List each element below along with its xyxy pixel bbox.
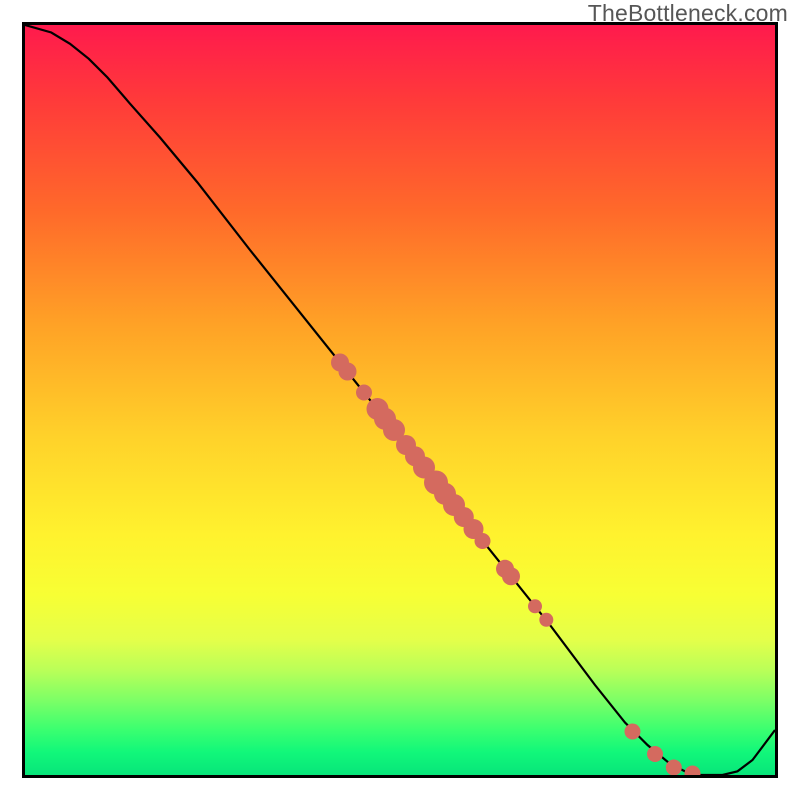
data-point	[539, 613, 553, 627]
chart-svg	[25, 25, 775, 775]
data-point	[528, 599, 542, 613]
data-point	[475, 533, 491, 549]
data-point	[647, 746, 663, 762]
bottleneck-curve	[25, 25, 775, 775]
data-point	[339, 363, 357, 381]
data-point	[685, 766, 701, 776]
data-point	[625, 724, 641, 740]
data-point	[356, 385, 372, 401]
plot-area	[22, 22, 778, 778]
chart-frame: TheBottleneck.com	[0, 0, 800, 800]
data-point	[502, 567, 520, 585]
data-point	[666, 760, 682, 776]
data-points	[331, 354, 701, 776]
